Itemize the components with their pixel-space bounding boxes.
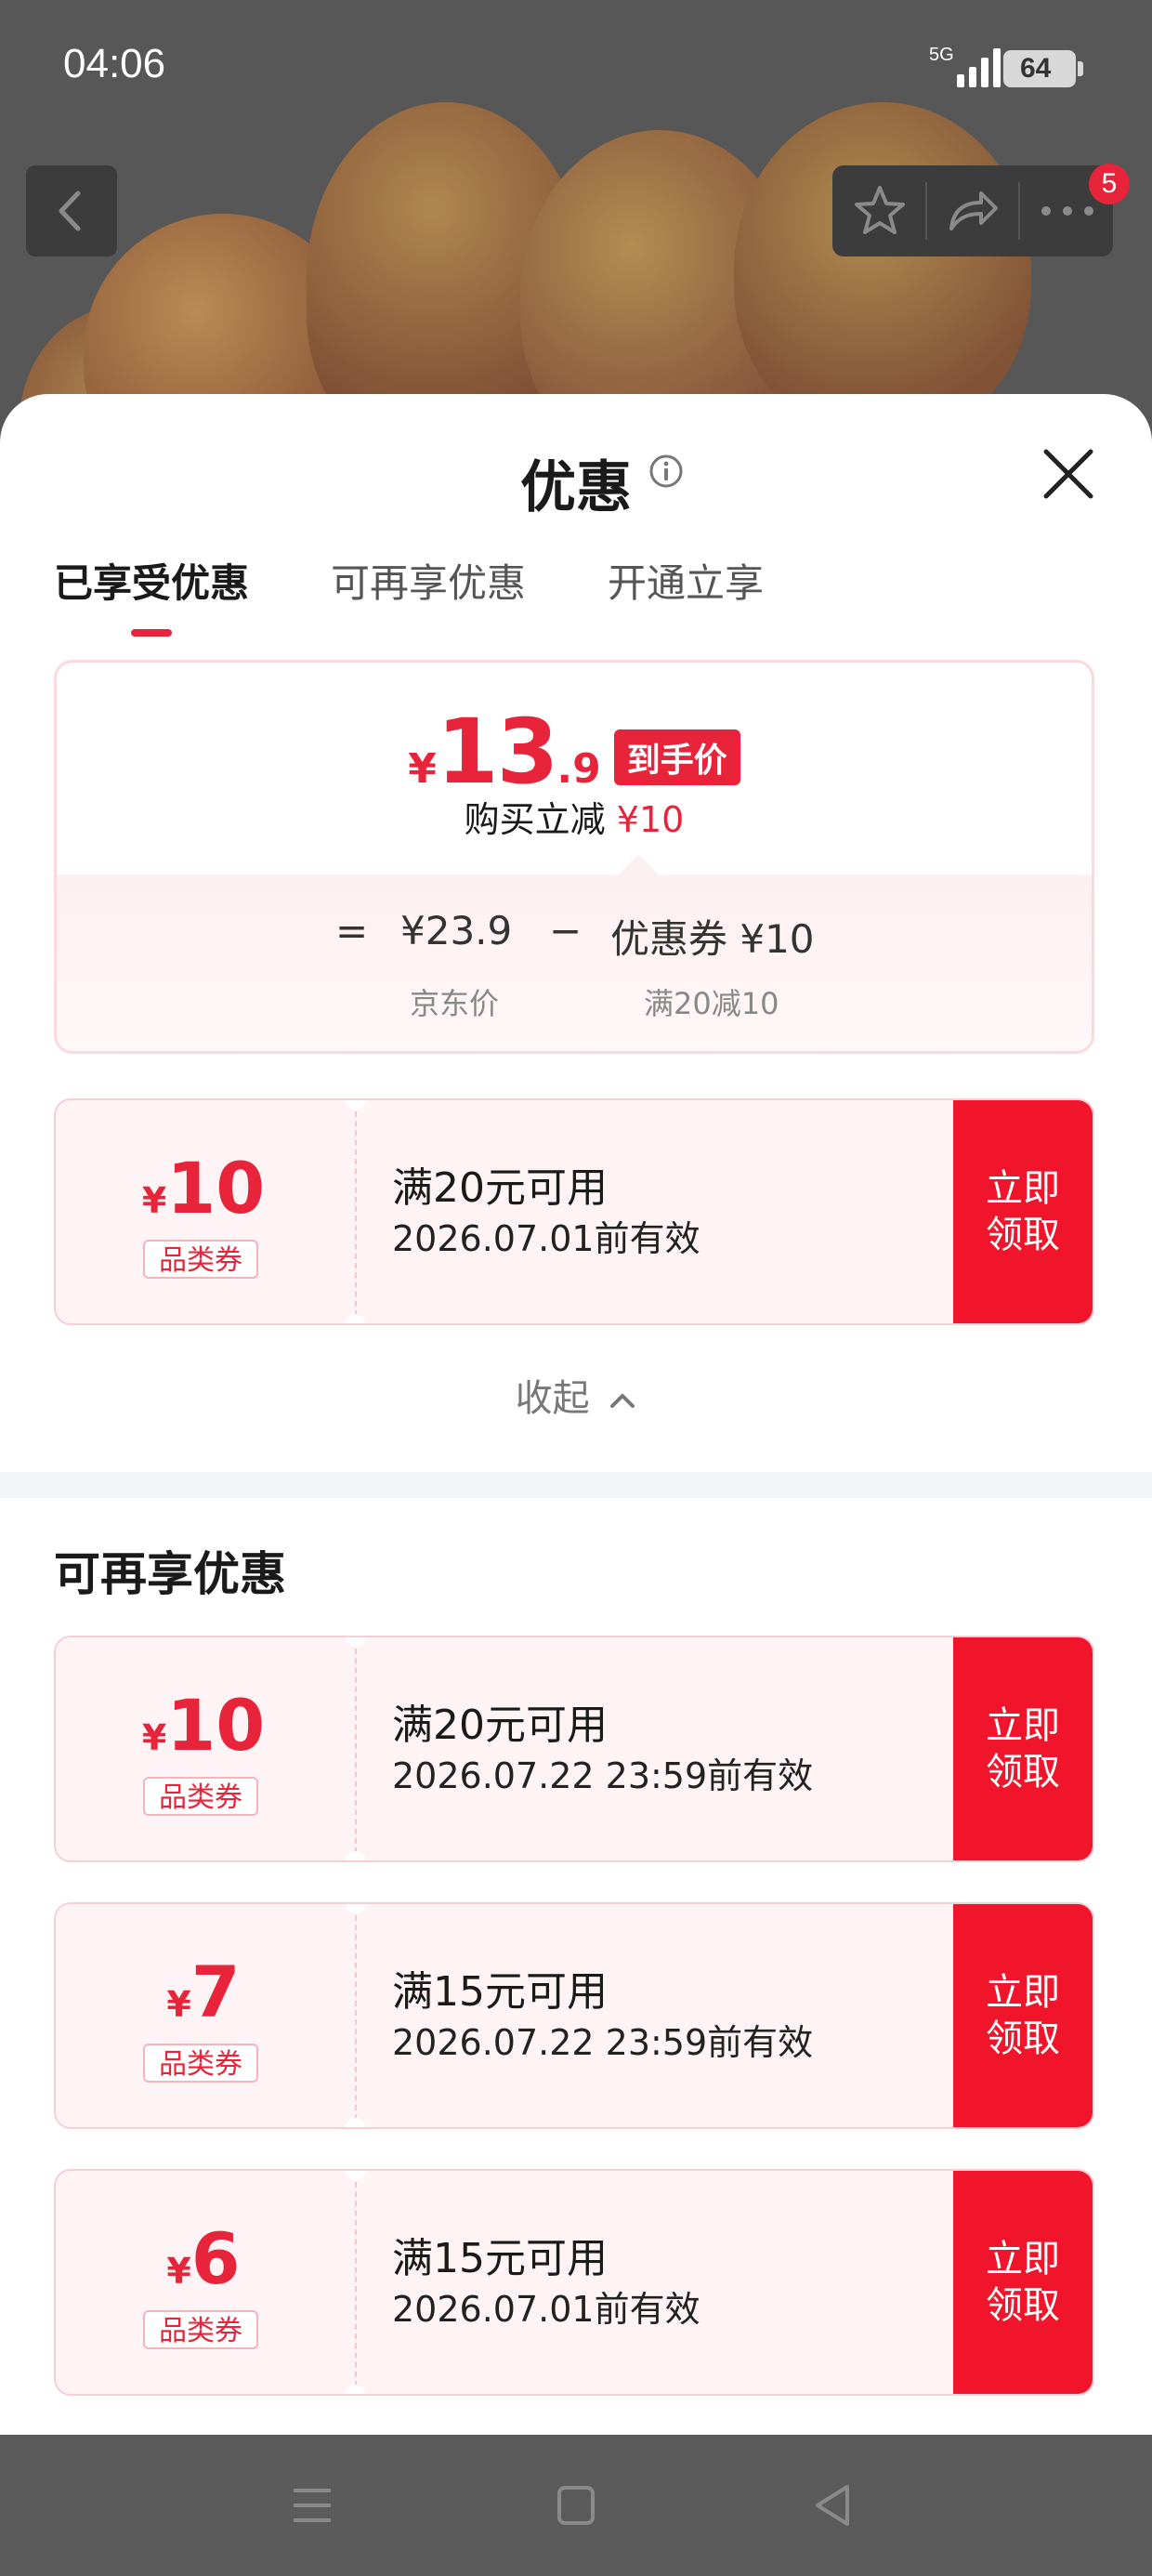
coupon-amount: ¥10 [141, 1684, 266, 1767]
battery-indicator: 64 [1003, 50, 1083, 87]
final-price-tag: 到手价 [613, 729, 740, 785]
tab-enjoyed[interactable]: 已享受优惠 [54, 552, 249, 609]
more-discounts-title: 可再享优惠 [54, 1547, 286, 1601]
status-time: 04:06 [63, 41, 166, 86]
coupon-type-badge: 品类券 [143, 1240, 258, 1279]
coupon-type-badge: 品类券 [143, 2310, 258, 2349]
coupon-card: ¥10 品类券 满20元可用 2026.07.22 23:59前有效 立即领取 [54, 1636, 1094, 1862]
coupon-condition: 满20元可用 [392, 1702, 608, 1749]
star-icon[interactable] [851, 182, 909, 240]
home-icon[interactable] [554, 2479, 598, 2531]
close-icon[interactable] [1039, 444, 1098, 504]
system-navigation-bar [0, 2435, 1152, 2576]
signal-icon [957, 45, 1001, 87]
tab-more-discounts[interactable]: 可再享优惠 [331, 552, 526, 609]
reduce-line: 购买立减 ¥10 [464, 799, 685, 840]
back-triangle-icon[interactable] [810, 2479, 855, 2531]
coupon-card: ¥7 品类券 满15元可用 2026.07.22 23:59前有效 立即领取 [54, 1902, 1094, 2129]
network-label: 5G [929, 45, 954, 65]
cart-badge: 5 [1089, 164, 1130, 204]
coupon-amount: ¥6 [166, 2217, 241, 2300]
price-formula: = ¥23.9 − 优惠券 ¥10 京东价 满20减10 [57, 874, 1092, 1051]
chevron-up-icon [610, 1394, 635, 1408]
coupon-caption: 满20减10 [644, 986, 779, 1021]
coupon-expiry: 2026.07.01前有效 [392, 1218, 700, 1259]
coupon-type-badge: 品类券 [143, 2044, 258, 2083]
coupon-condition: 满15元可用 [392, 2235, 608, 2282]
final-price-card: ¥13.9 到手价 购买立减 ¥10 = ¥23.9 − 优惠券 ¥10 京东价 … [54, 660, 1094, 1054]
original-price-caption: 京东价 [410, 986, 500, 1021]
original-price: ¥23.9 [400, 908, 513, 953]
coupon-amount: ¥7 [166, 1951, 241, 2033]
collapse-button[interactable]: 收起 [0, 1368, 1152, 1422]
coupon-amount: ¥10 [141, 1147, 266, 1229]
final-price: ¥13.9 到手价 [57, 700, 1092, 804]
discount-sheet: 优惠 已享受优惠 可再享优惠 开通立享 ¥13.9 到手价 购买立减 ¥10 = … [0, 394, 1152, 2435]
menu-icon[interactable] [290, 2479, 334, 2531]
tab-open-enjoy[interactable]: 开通立享 [608, 552, 764, 609]
claim-coupon-button[interactable]: 立即领取 [953, 2171, 1093, 2394]
coupon-expiry: 2026.07.01前有效 [392, 2289, 700, 2330]
claim-coupon-button[interactable]: 立即领取 [953, 1637, 1093, 1860]
coupon-card: ¥6 品类券 满15元可用 2026.07.01前有效 立即领取 [54, 2169, 1094, 2396]
coupon-condition: 满20元可用 [392, 1164, 608, 1212]
coupon-condition: 满15元可用 [392, 1968, 608, 2016]
coupon-deduction: 优惠券 ¥10 [610, 916, 815, 962]
sheet-title: 优惠 [520, 455, 632, 520]
coupon-type-badge: 品类券 [143, 1777, 258, 1816]
share-icon[interactable] [944, 182, 1001, 240]
claim-coupon-button[interactable]: 立即领取 [953, 1904, 1093, 2127]
claim-coupon-button[interactable]: 立即领取 [953, 1100, 1093, 1323]
coupon-expiry: 2026.07.22 23:59前有效 [392, 2022, 814, 2063]
tab-bar: 已享受优惠 可再享优惠 开通立享 [54, 552, 845, 609]
top-action-bar [832, 165, 1113, 256]
back-arrow-icon [59, 191, 81, 231]
coupon-card: ¥10 品类券 满20元可用 2026.07.01前有效 立即领取 [54, 1098, 1094, 1325]
back-button[interactable] [26, 165, 117, 256]
coupon-expiry: 2026.07.22 23:59前有效 [392, 1755, 814, 1796]
info-icon[interactable] [648, 453, 684, 489]
